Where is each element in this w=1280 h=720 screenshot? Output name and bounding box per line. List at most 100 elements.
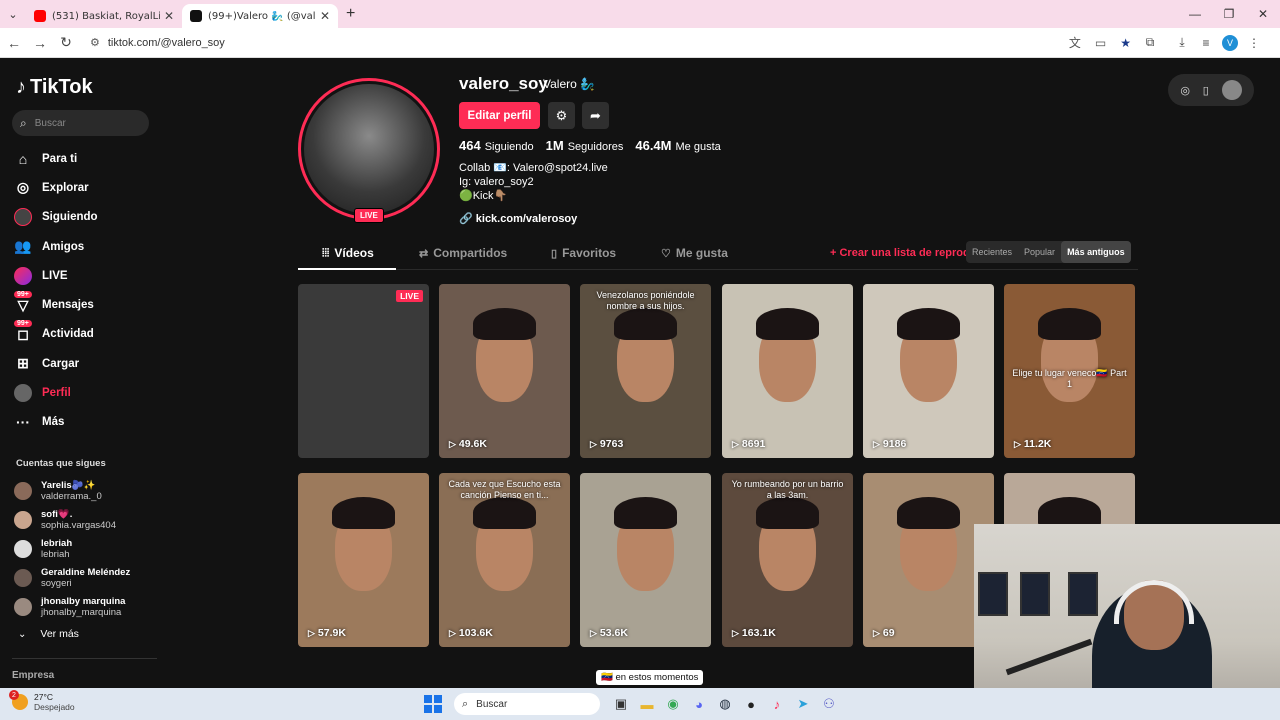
discord-icon[interactable]: ◕ — [687, 692, 711, 716]
reload-icon[interactable]: ↻ — [54, 31, 78, 55]
profile-stats: 464 Siguiendo 1M Seguidores 46.4M Me gusta — [459, 138, 733, 153]
share-icon[interactable]: ➦ — [582, 102, 609, 129]
view-count-value: 53.6K — [599, 627, 628, 639]
stat-followers[interactable]: 1M Seguidores — [546, 138, 624, 153]
sort-mas-antiguos[interactable]: Más antiguos — [1061, 241, 1131, 263]
coins-icon[interactable]: ◎ — [1180, 84, 1190, 97]
video-card[interactable]: Cada vez que Escucho esta canción Pienso… — [439, 473, 570, 647]
tab-search-chevron-icon[interactable]: ⌄ — [0, 0, 26, 28]
browser-profile-avatar[interactable]: V — [1222, 34, 1238, 51]
site-info-icon[interactable]: ⚙ — [90, 36, 100, 49]
downloads-icon[interactable]: ⤓ — [1170, 31, 1194, 55]
nav-item-mas[interactable]: ··· Más — [12, 408, 152, 437]
stat-value: 464 — [459, 138, 481, 153]
link-text[interactable]: kick.com/valerosoy — [476, 213, 578, 225]
view-count: ▷ 53.6K — [590, 627, 628, 639]
restore-icon[interactable]: ❐ — [1212, 0, 1246, 28]
sort-selector: Recientes Popular Más antiguos — [966, 241, 1131, 263]
telegram-icon[interactable]: ➤ — [791, 692, 815, 716]
weather-widget[interactable]: 2 27°C Despejado — [9, 690, 75, 712]
bookmark-star-icon[interactable]: ★ — [1120, 36, 1131, 50]
following-item[interactable]: sofi💗. sophia.vargas404 — [14, 505, 154, 534]
video-card[interactable]: Elige tu lugar veneco🇻🇪 Part 1 ▷ 11.2K — [1004, 284, 1135, 458]
stat-label: Seguidores — [567, 141, 624, 153]
nav-item-actividad[interactable]: ◻ 99+ Actividad — [12, 320, 152, 349]
nav-item-cargar[interactable]: ⊞ Cargar — [12, 349, 152, 378]
device-icon[interactable]: ▯ — [1203, 84, 1209, 97]
media-icon[interactable]: ≡ — [1194, 31, 1218, 55]
taskbar: 2 27°C Despejado ⌕ Buscar ▣ ▬ ◉ ◕ ◍ ● ♪ ➤… — [0, 688, 1280, 720]
browser-tab-youtube[interactable]: (531) Baskiat, RoyalLive - Báilan ✕ — [26, 4, 182, 28]
video-card[interactable]: ▷ 8691 — [722, 284, 853, 458]
thumbnail-hair — [897, 308, 960, 340]
tab-compartidos[interactable]: ⇄ Compartidos — [419, 246, 507, 260]
windows-start-icon[interactable] — [424, 695, 442, 713]
translate-icon[interactable]: 文 — [1069, 34, 1081, 51]
nav-item-live[interactable]: LIVE — [12, 261, 152, 290]
edit-profile-button[interactable]: Editar perfil — [459, 102, 540, 129]
nav-item-explorar[interactable]: ◎ Explorar — [12, 173, 152, 202]
following-item[interactable]: jhonalby marquina jhonalby_marquina — [14, 592, 154, 621]
sort-popular[interactable]: Popular — [1018, 241, 1061, 263]
browser-menu-icon[interactable]: ⋮ — [1242, 31, 1266, 55]
close-tab-icon[interactable]: ✕ — [164, 9, 174, 23]
teams-icon[interactable]: ⚇ — [817, 692, 841, 716]
bio-line: Ig: valero_soy2 — [459, 176, 534, 188]
live-badge[interactable]: LIVE — [354, 208, 384, 223]
chrome-icon[interactable]: ◉ — [661, 692, 685, 716]
video-card[interactable]: ▷ 49.6K — [439, 284, 570, 458]
profile-link[interactable]: 🔗 kick.com/valerosoy — [459, 212, 577, 225]
video-card[interactable]: ▷ 53.6K — [580, 473, 711, 647]
video-card[interactable]: Yo rumbeando por un barrio a las 3am. ▷ 16… — [722, 473, 853, 647]
forward-icon[interactable]: → — [28, 31, 52, 55]
task-view-icon[interactable]: ▣ — [609, 692, 633, 716]
nav-item-perfil[interactable]: Perfil — [12, 378, 152, 407]
profile-icon — [12, 383, 34, 403]
tab-videos[interactable]: ⦙⦙⦙ Vídeos — [322, 246, 374, 260]
install-app-icon[interactable]: ▭ — [1095, 36, 1106, 50]
following-item[interactable]: Geraldine Meléndez soygeri — [14, 563, 154, 592]
tab-me-gusta[interactable]: ♡ Me gusta — [661, 246, 728, 260]
new-tab-icon[interactable]: + — [346, 5, 355, 23]
messages-icon: ▽ 99+ — [12, 291, 34, 315]
video-card[interactable]: ▷ 9186 — [863, 284, 994, 458]
nav-item-siguiendo[interactable]: Siguiendo — [12, 203, 152, 232]
tiktok-logo[interactable]: ♪ TikTok — [16, 76, 93, 99]
extensions-icon[interactable]: ⧉ — [1138, 31, 1162, 55]
sort-recientes[interactable]: Recientes — [966, 241, 1018, 263]
user-avatar[interactable] — [1221, 80, 1242, 100]
stat-following[interactable]: 464 Siguiendo — [459, 138, 534, 153]
nav-item-mensajes[interactable]: ▽ 99+ Mensajes — [12, 290, 152, 319]
tiktok-app-icon[interactable]: ♪ — [765, 692, 789, 716]
settings-gear-icon[interactable]: ⚙ — [548, 102, 575, 129]
close-window-icon[interactable]: ✕ — [1246, 0, 1280, 28]
address-bar[interactable]: ⚙ tiktok.com/@valero_soy 文 ▭ ★ — [84, 30, 1138, 55]
taskbar-search[interactable]: ⌕ Buscar — [454, 693, 600, 715]
search-input[interactable]: ⌕ Buscar — [12, 110, 149, 136]
close-tab-icon[interactable]: ✕ — [320, 9, 330, 23]
nav-item-amigos[interactable]: 👥 Amigos — [12, 232, 152, 261]
following-username: jhonalby_marquina — [41, 606, 122, 618]
following-item[interactable]: Yarelis🫐✨ valderrama._0 — [14, 476, 154, 505]
view-count: ▷ 69 — [873, 627, 895, 639]
browser-tab-tiktok[interactable]: (99+)Valero 🧞‍♂️ (@valero_soy) | ✕ — [182, 4, 338, 28]
view-count-value: 57.9K — [317, 627, 346, 639]
company-link[interactable]: Empresa — [12, 670, 54, 681]
url-text[interactable]: tiktok.com/@valero_soy — [108, 37, 1062, 49]
see-more-button[interactable]: ⌄ Ver más — [18, 628, 79, 640]
steam-icon[interactable]: ◍ — [713, 692, 737, 716]
video-card[interactable]: ▷ 57.9K — [298, 473, 429, 647]
file-explorer-icon[interactable]: ▬ — [635, 692, 659, 716]
tab-favoritos[interactable]: ▯ Favoritos — [551, 246, 616, 260]
activity-badge: 99+ — [14, 320, 32, 328]
play-icon: ▷ — [449, 438, 456, 449]
back-icon[interactable]: ← — [2, 31, 26, 55]
video-card[interactable]: LIVE — [298, 284, 429, 458]
obs-icon[interactable]: ● — [739, 692, 763, 716]
nav-item-para-ti[interactable]: ⌂ Para ti — [12, 144, 152, 173]
following-item[interactable]: lebriah lebriah — [14, 534, 154, 563]
video-card[interactable]: Venezolanos poniéndole nombre a sus hijo… — [580, 284, 711, 458]
profile-avatar[interactable] — [298, 78, 440, 220]
minimize-icon[interactable]: — — [1178, 0, 1212, 28]
nav-label: Explorar — [42, 181, 89, 194]
